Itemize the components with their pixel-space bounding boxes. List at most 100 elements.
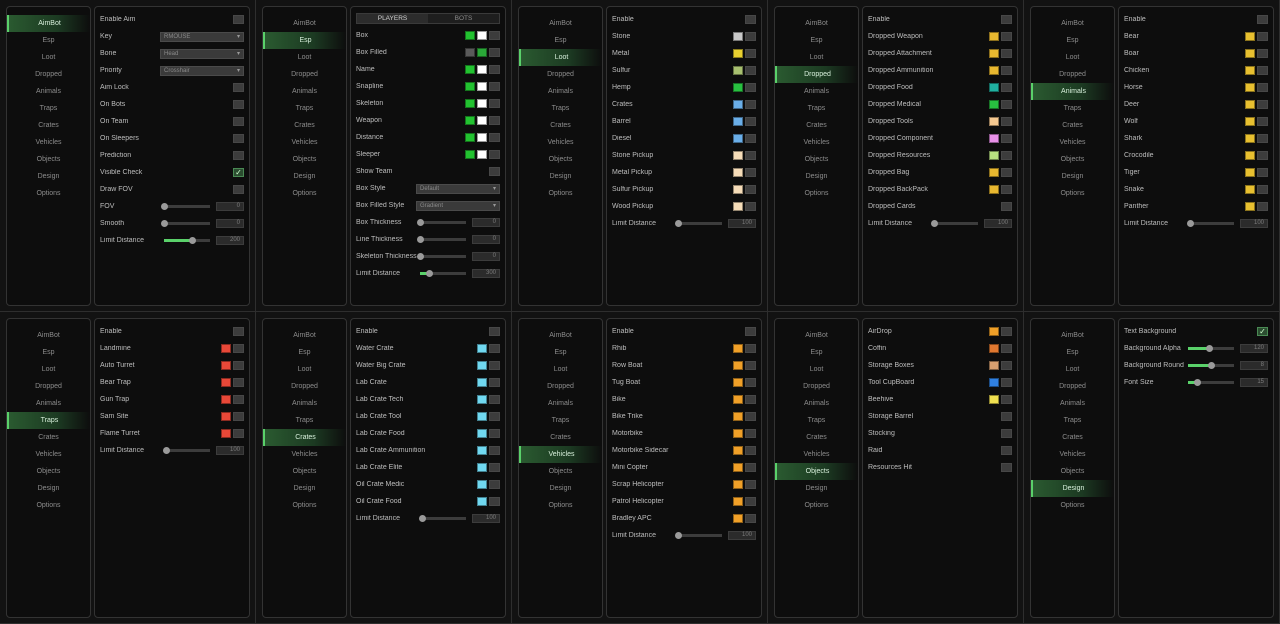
slider-knob[interactable] bbox=[163, 447, 171, 454]
sidebar-item-loot[interactable]: Loot bbox=[7, 49, 90, 66]
sidebar-item-dropped[interactable]: Dropped bbox=[7, 378, 90, 395]
checkbox[interactable] bbox=[1257, 202, 1268, 211]
color-swatch[interactable] bbox=[1245, 117, 1255, 126]
sidebar-item-objects[interactable]: Objects bbox=[519, 463, 602, 480]
color-swatch[interactable] bbox=[477, 446, 487, 455]
color-swatch[interactable] bbox=[1245, 32, 1255, 41]
sidebar-item-crates[interactable]: Crates bbox=[7, 429, 90, 446]
color-swatch[interactable] bbox=[733, 497, 743, 506]
checkbox[interactable] bbox=[1001, 117, 1012, 126]
slider-track[interactable] bbox=[417, 219, 466, 226]
color-swatch[interactable] bbox=[733, 185, 743, 194]
sidebar-item-options[interactable]: Options bbox=[519, 497, 602, 514]
checkbox[interactable] bbox=[489, 327, 500, 336]
color-swatch[interactable] bbox=[477, 65, 487, 74]
tab-players[interactable]: PLAYERS bbox=[357, 14, 428, 23]
color-swatch[interactable] bbox=[733, 66, 743, 75]
checkbox[interactable] bbox=[745, 100, 756, 109]
checkbox[interactable] bbox=[489, 497, 500, 506]
color-swatch[interactable] bbox=[465, 99, 475, 108]
color-swatch[interactable] bbox=[989, 395, 999, 404]
value-box[interactable]: 100 bbox=[984, 219, 1012, 228]
sidebar-item-aimbot[interactable]: AimBot bbox=[775, 327, 858, 344]
color-swatch[interactable] bbox=[477, 133, 487, 142]
color-swatch[interactable] bbox=[477, 412, 487, 421]
color-swatch[interactable] bbox=[477, 361, 487, 370]
color-swatch[interactable] bbox=[733, 429, 743, 438]
color-swatch[interactable] bbox=[733, 378, 743, 387]
checkbox[interactable] bbox=[1001, 344, 1012, 353]
sidebar-item-esp[interactable]: Esp bbox=[775, 344, 858, 361]
slider-knob[interactable] bbox=[419, 515, 427, 522]
sidebar-item-aimbot[interactable]: AimBot bbox=[519, 327, 602, 344]
value-box[interactable]: 100 bbox=[1240, 219, 1268, 228]
color-swatch[interactable] bbox=[989, 66, 999, 75]
color-swatch[interactable] bbox=[733, 446, 743, 455]
sidebar-item-aimbot[interactable]: AimBot bbox=[775, 15, 858, 32]
slider-track[interactable] bbox=[164, 237, 210, 244]
checkbox[interactable] bbox=[233, 395, 244, 404]
checkbox[interactable] bbox=[1001, 463, 1012, 472]
sidebar-item-crates[interactable]: Crates bbox=[7, 117, 90, 134]
sidebar-item-animals[interactable]: Animals bbox=[7, 83, 90, 100]
checkbox[interactable] bbox=[489, 412, 500, 421]
checkbox[interactable] bbox=[233, 15, 244, 24]
color-swatch[interactable] bbox=[733, 395, 743, 404]
sidebar-item-dropped[interactable]: Dropped bbox=[7, 66, 90, 83]
sidebar-item-objects[interactable]: Objects bbox=[519, 151, 602, 168]
slider-track[interactable] bbox=[1188, 345, 1234, 352]
sidebar-item-design[interactable]: Design bbox=[1031, 480, 1114, 497]
color-swatch[interactable] bbox=[477, 395, 487, 404]
checkbox[interactable] bbox=[489, 82, 500, 91]
value-box[interactable]: 200 bbox=[216, 236, 244, 245]
checkbox[interactable] bbox=[489, 344, 500, 353]
color-swatch[interactable] bbox=[465, 31, 475, 40]
sidebar-item-loot[interactable]: Loot bbox=[519, 361, 602, 378]
color-swatch[interactable] bbox=[989, 361, 999, 370]
checkbox[interactable] bbox=[233, 134, 244, 143]
sidebar-item-dropped[interactable]: Dropped bbox=[775, 378, 858, 395]
checkbox[interactable] bbox=[1001, 32, 1012, 41]
sidebar-item-aimbot[interactable]: AimBot bbox=[519, 15, 602, 32]
color-swatch[interactable] bbox=[733, 100, 743, 109]
sidebar-item-esp[interactable]: Esp bbox=[7, 344, 90, 361]
sidebar-item-crates[interactable]: Crates bbox=[775, 117, 858, 134]
color-swatch[interactable] bbox=[221, 429, 231, 438]
checkbox[interactable] bbox=[745, 49, 756, 58]
slider-knob[interactable] bbox=[188, 237, 196, 244]
checkbox[interactable] bbox=[1001, 83, 1012, 92]
sidebar-item-options[interactable]: Options bbox=[263, 497, 346, 514]
slider-knob[interactable] bbox=[417, 253, 424, 260]
sidebar-item-crates[interactable]: Crates bbox=[519, 429, 602, 446]
sidebar-item-aimbot[interactable]: AimBot bbox=[1031, 327, 1114, 344]
sidebar-item-aimbot[interactable]: AimBot bbox=[263, 15, 346, 32]
sidebar-item-dropped[interactable]: Dropped bbox=[263, 66, 346, 83]
sidebar-item-design[interactable]: Design bbox=[775, 168, 858, 185]
checkbox[interactable] bbox=[1001, 378, 1012, 387]
slider-track[interactable] bbox=[419, 515, 466, 522]
checkbox[interactable] bbox=[745, 378, 756, 387]
sidebar-item-design[interactable]: Design bbox=[775, 480, 858, 497]
color-swatch[interactable] bbox=[465, 150, 475, 159]
sidebar-item-dropped[interactable]: Dropped bbox=[519, 378, 602, 395]
dropdown-select[interactable]: Crosshair bbox=[160, 65, 244, 76]
dropdown-select[interactable]: Gradient bbox=[416, 200, 500, 211]
color-swatch[interactable] bbox=[733, 49, 743, 58]
checkbox[interactable] bbox=[489, 150, 500, 159]
color-swatch[interactable] bbox=[1245, 66, 1255, 75]
slider-track[interactable] bbox=[931, 220, 978, 227]
value-box[interactable]: 300 bbox=[472, 269, 500, 278]
sidebar-item-traps[interactable]: Traps bbox=[519, 412, 602, 429]
sidebar-item-options[interactable]: Options bbox=[1031, 185, 1114, 202]
slider-track[interactable] bbox=[417, 236, 466, 243]
slider-track[interactable] bbox=[675, 220, 722, 227]
color-swatch[interactable] bbox=[989, 378, 999, 387]
color-swatch[interactable] bbox=[221, 361, 231, 370]
sidebar-item-vehicles[interactable]: Vehicles bbox=[775, 446, 858, 463]
color-swatch[interactable] bbox=[477, 31, 487, 40]
color-swatch[interactable] bbox=[477, 150, 487, 159]
checkbox[interactable] bbox=[489, 429, 500, 438]
sidebar-item-options[interactable]: Options bbox=[775, 185, 858, 202]
color-swatch[interactable] bbox=[465, 82, 475, 91]
color-swatch[interactable] bbox=[477, 116, 487, 125]
